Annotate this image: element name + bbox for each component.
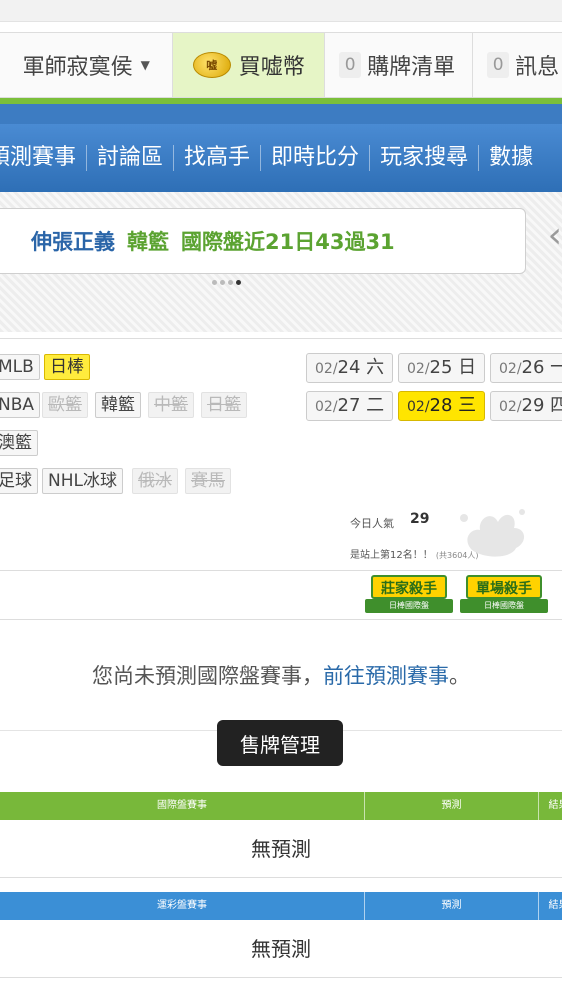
sell-management-button[interactable]: 售牌管理 [217, 720, 343, 766]
league-tag-japan-basketball: 日籃 [201, 392, 247, 418]
date-day: 27 [337, 395, 361, 416]
carousel-next-icon[interactable]: ‹ [548, 218, 562, 254]
table-header: 運彩盤賽事 預測 結果 [0, 892, 562, 920]
col-header-result: 結果 [538, 892, 562, 920]
messages-button[interactable]: 0 訊息 [473, 33, 562, 97]
league-tag-china-basketball: 中籃 [148, 392, 194, 418]
lottery-prediction-table: 運彩盤賽事 預測 結果 無預測 [0, 892, 562, 978]
promo-title: 伸張正義 [31, 230, 115, 254]
nav-item-forum[interactable]: 討論區 [87, 145, 175, 171]
date-month: 02/ [407, 361, 430, 377]
nav-item-player-search[interactable]: 玩家搜尋 [370, 145, 480, 171]
carousel-dot-active[interactable] [236, 280, 241, 285]
carousel-dot[interactable] [212, 280, 217, 285]
messages-label: 訊息 [515, 55, 560, 80]
coin-icon: 嘘 [192, 52, 231, 78]
nav-bar: 預測賽事 討論區 找高手 即時比分 玩家搜尋 數據 [0, 124, 562, 192]
top-status-strip [0, 0, 562, 22]
popularity-label: 今日人氣 [350, 517, 394, 530]
date-month: 02/ [315, 399, 338, 415]
col-header-result: 結果 [538, 792, 562, 820]
date-button-selected[interactable]: 02/28 三 [398, 391, 486, 421]
nav-item-predict[interactable]: 預測賽事 [0, 145, 88, 171]
buy-coin-button[interactable]: 嘘 買嘘幣 [173, 33, 326, 97]
main-nav: 預測賽事 討論區 找高手 即時比分 玩家搜尋 數據 [0, 104, 562, 192]
nav-item-data[interactable]: 數據 [479, 145, 543, 171]
league-tag-khl: 俄冰 [132, 468, 178, 494]
league-tag-soccer[interactable]: 足球 [0, 468, 38, 494]
promo-banner[interactable]: 伸張正義 韓籃 國際盤近21日43過31 [0, 208, 526, 274]
date-button[interactable]: 02/26 一 [490, 353, 562, 383]
user-menu[interactable]: 軍師寂寞侯 ▼ [0, 33, 174, 97]
carousel-dots [212, 280, 241, 285]
date-weekday: 四 [550, 395, 562, 416]
buy-coin-label: 買嘘幣 [238, 55, 305, 80]
promo-record: 國際盤近21日43過31 [181, 230, 395, 254]
date-month: 02/ [407, 399, 430, 415]
date-button[interactable]: 02/24 六 [306, 353, 394, 383]
col-header-prediction: 預測 [364, 892, 538, 920]
league-tag-korea-basketball[interactable]: 韓籃 [95, 392, 141, 418]
date-weekday: 一 [550, 357, 562, 378]
date-day: 29 [521, 395, 545, 416]
badge-title: 單場殺手 [466, 575, 542, 599]
empty-row: 無預測 [0, 820, 562, 878]
achievement-badges-row: 莊家殺手 日棒國際盤 單場殺手 日棒國際盤 [0, 570, 562, 620]
no-prediction-message: 您尚未預測國際盤賽事，前往預測賽事。 [0, 660, 562, 690]
league-tag-horse-racing: 賽馬 [185, 468, 231, 494]
badge-subtitle: 日棒國際盤 [365, 599, 453, 613]
table-header: 國際盤賽事 預測 結果 [0, 792, 562, 820]
date-button[interactable]: 02/25 日 [398, 353, 486, 383]
date-button[interactable]: 02/27 二 [306, 391, 394, 421]
date-weekday: 日 [458, 357, 477, 378]
nav-top-band [0, 104, 562, 124]
cart-count-badge: 0 [339, 52, 362, 78]
intl-prediction-table: 國際盤賽事 預測 結果 無預測 [0, 792, 562, 878]
date-day: 24 [337, 357, 361, 378]
empty-row: 無預測 [0, 920, 562, 978]
date-weekday: 二 [366, 395, 385, 416]
league-tag-euro-basketball: 歐籃 [42, 392, 88, 418]
league-tag-mlb[interactable]: MLB [0, 354, 40, 380]
date-day: 26 [521, 357, 545, 378]
popularity-value: 29 [410, 511, 430, 527]
cart-label: 購牌清單 [367, 55, 456, 80]
message-end: 。 [449, 664, 470, 688]
username: 軍師寂寞侯 [22, 55, 133, 80]
carousel-dot[interactable] [228, 280, 233, 285]
no-prediction-text: 您尚未預測國際盤賽事， [92, 664, 323, 688]
badge-banker-killer[interactable]: 莊家殺手 日棒國際盤 [365, 571, 453, 617]
nav-item-live-score[interactable]: 即時比分 [261, 145, 371, 171]
date-button[interactable]: 02/29 四 [490, 391, 562, 421]
date-month: 02/ [499, 361, 522, 377]
date-day: 28 [429, 395, 453, 416]
col-header-prediction: 預測 [364, 792, 538, 820]
promo-area: 伸張正義 韓籃 國際盤近21日43過31 ‹ [0, 192, 562, 332]
col-header-game: 國際盤賽事 [157, 800, 207, 811]
badge-subtitle: 日棒國際盤 [460, 599, 548, 613]
league-tag-aus-basketball[interactable]: 澳籃 [0, 430, 38, 456]
league-tag-npb[interactable]: 日棒 [44, 354, 90, 380]
cart-button[interactable]: 0 購牌清單 [325, 33, 474, 97]
badge-single-game-killer[interactable]: 單場殺手 日棒國際盤 [460, 571, 548, 617]
nav-item-experts[interactable]: 找高手 [174, 145, 262, 171]
promo-league: 韓籃 [127, 230, 169, 254]
date-weekday: 三 [458, 395, 477, 416]
date-day: 25 [429, 357, 453, 378]
rank-main: 是站上第12名！！ [350, 550, 433, 561]
splash-decoration-icon [460, 509, 525, 557]
caret-down-icon: ▼ [140, 58, 150, 72]
col-header-game: 運彩盤賽事 [157, 900, 207, 911]
league-tag-nba[interactable]: NBA [0, 392, 41, 418]
date-weekday: 六 [366, 357, 385, 378]
message-count-badge: 0 [487, 52, 510, 78]
account-bar: 軍師寂寞侯 ▼ 嘘 買嘘幣 0 購牌清單 0 訊息 [0, 32, 562, 98]
league-tag-nhl[interactable]: NHL冰球 [42, 468, 123, 494]
go-predict-link[interactable]: 前往預測賽事 [323, 664, 449, 688]
date-month: 02/ [315, 361, 338, 377]
date-month: 02/ [499, 399, 522, 415]
carousel-dot[interactable] [220, 280, 225, 285]
badge-title: 莊家殺手 [371, 575, 447, 599]
